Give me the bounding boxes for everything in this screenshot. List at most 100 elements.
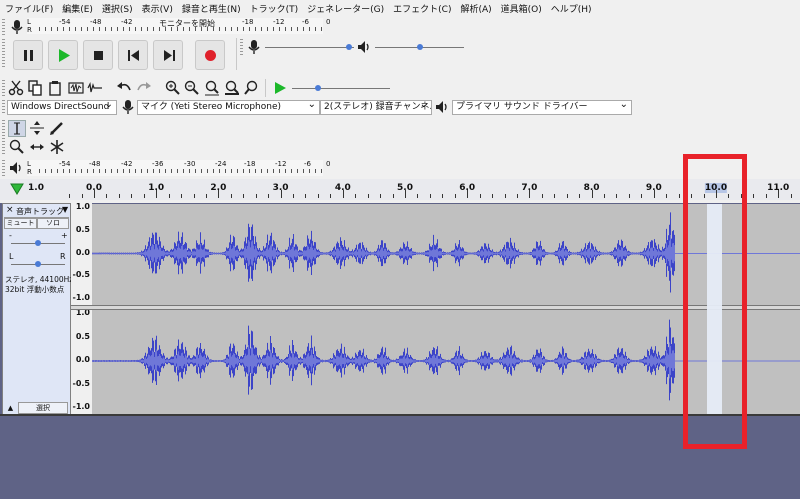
ruler-tick: [280, 190, 282, 198]
play-button[interactable]: [48, 40, 78, 70]
toolbar-grip[interactable]: [2, 39, 5, 69]
play-speed-slider[interactable]: [292, 83, 390, 93]
play-at-speed-icon[interactable]: [272, 80, 288, 96]
menu-item[interactable]: 道具箱(O): [496, 2, 546, 15]
envelope-tool-icon[interactable]: [29, 120, 45, 136]
ruler-tick: [143, 194, 145, 198]
time-shift-tool-icon[interactable]: [29, 139, 45, 155]
timeline-options-icon[interactable]: [10, 183, 24, 195]
pause-button[interactable]: [13, 40, 43, 70]
toolbar-grip[interactable]: [2, 120, 5, 156]
recording-device-select[interactable]: マイク (Yeti Stereo Microphone): [137, 100, 320, 115]
y-axis-label: -1.0: [72, 402, 91, 411]
toolbar-grip[interactable]: [240, 39, 243, 55]
menu-item[interactable]: 解析(A): [455, 2, 495, 15]
record-button[interactable]: [195, 40, 225, 70]
track-bottom-border: [0, 414, 800, 416]
menu-item[interactable]: 編集(E): [57, 2, 97, 15]
stop-button[interactable]: [83, 40, 113, 70]
record-volume-slider[interactable]: [265, 42, 354, 52]
meter-tick-label: -54: [59, 18, 71, 26]
meter-tick-label: -30: [184, 160, 196, 168]
menu-item[interactable]: エフェクト(C): [388, 2, 455, 15]
y-axis-label: -0.5: [72, 270, 91, 280]
toolbar-grip[interactable]: [2, 100, 5, 114]
toolbar-grip[interactable]: [2, 80, 5, 96]
solo-button[interactable]: ソロ: [37, 218, 69, 229]
zoom-out-icon[interactable]: [184, 80, 200, 96]
timeline-label: 1.0: [28, 183, 44, 193]
track-sample-format-info: 32bit 浮動小数点: [5, 285, 65, 294]
ruler-tick: [529, 190, 531, 198]
ruler-tick: [181, 194, 183, 198]
track-name-menu[interactable]: 音声トラック: [16, 206, 64, 217]
menu-item[interactable]: ジェネレーター(G): [302, 2, 388, 15]
toolbar-grip[interactable]: [2, 19, 5, 35]
timeline-ruler[interactable]: 1.0 0.0 1.0 2.0 3.0 4.0 5.0 6.0 7.0 8.0 9.0 10.0 11.…: [0, 179, 800, 200]
meter-tick-label: -12: [275, 160, 287, 168]
undo-icon[interactable]: [116, 80, 132, 96]
playback-meter[interactable]: LR -54 -48 -42 -36 -30 -24 -18 -12 -6 0: [27, 160, 330, 176]
zoom-tool-icon[interactable]: [9, 139, 25, 155]
menu-item[interactable]: 録音と再生(N): [177, 2, 245, 15]
track-control-panel[interactable]: × 音声トラック ▼ ミュート ソロ - + L R ステレオ, 44100Hz…: [2, 203, 74, 415]
multi-tool-icon[interactable]: [49, 139, 65, 155]
audio-host-select[interactable]: Windows DirectSound: [7, 100, 117, 115]
ruler-tick: [579, 194, 581, 198]
track-menu-arrow-icon[interactable]: ▼: [62, 205, 68, 214]
gain-slider[interactable]: [11, 238, 65, 248]
silence-icon[interactable]: [87, 80, 103, 96]
skip-to-start-button[interactable]: [118, 40, 148, 70]
cut-icon[interactable]: [8, 80, 24, 96]
meter-tick-label: -18: [242, 18, 254, 26]
meter-tick-label: 0: [326, 18, 331, 26]
playback-device-select[interactable]: プライマリ サウンド ドライバー: [452, 100, 632, 115]
ruler-tick: [330, 194, 332, 198]
collapse-track-button[interactable]: ▲: [4, 402, 17, 414]
menu-item[interactable]: ヘルプ(H): [546, 2, 596, 15]
track-close-button[interactable]: ×: [6, 205, 14, 215]
copy-icon[interactable]: [27, 80, 43, 96]
ruler-tick: [666, 194, 668, 198]
ruler-tick: [678, 194, 680, 198]
menu-item[interactable]: 表示(V): [137, 2, 177, 15]
ruler-tick: [243, 194, 245, 198]
track-format-info: ステレオ, 44100Hz: [5, 275, 74, 284]
draw-tool-icon[interactable]: [49, 120, 65, 136]
microphone-icon[interactable]: [9, 19, 25, 35]
zoom-toggle-icon[interactable]: [244, 80, 260, 96]
fit-project-icon[interactable]: [224, 80, 240, 96]
record-meter[interactable]: LR -54 -48 -42 モニターを開始 -18 -12 -6 0: [27, 18, 330, 34]
selection-tool-button[interactable]: [8, 120, 26, 137]
y-axis-label: -0.5: [72, 378, 91, 388]
toolbar-grip[interactable]: [2, 160, 5, 176]
recording-channels-select[interactable]: 2(ステレオ) 録音チャンネル: [320, 100, 432, 115]
meter-tick-label: -48: [89, 160, 101, 168]
slider-thumb[interactable]: [35, 240, 41, 246]
fit-selection-icon[interactable]: [204, 80, 220, 96]
ruler-tick: [69, 194, 71, 198]
ruler-tick: [218, 190, 220, 198]
menu-item[interactable]: トラック(T): [245, 2, 303, 15]
slider-thumb[interactable]: [346, 44, 353, 50]
skip-to-end-button[interactable]: [153, 40, 183, 70]
meter-r-label: R: [27, 168, 32, 176]
slider-thumb[interactable]: [35, 261, 41, 267]
record-icon: [205, 50, 216, 61]
menu-item[interactable]: 選択(S): [97, 2, 137, 15]
speaker-icon[interactable]: [8, 160, 24, 176]
pan-slider[interactable]: [11, 259, 65, 269]
menu-item[interactable]: ファイル(F): [0, 2, 57, 15]
slider-thumb[interactable]: [315, 85, 321, 91]
trim-icon[interactable]: [68, 80, 84, 96]
pause-icon: [24, 50, 33, 61]
y-axis-label: 1.0: [75, 202, 90, 211]
slider-thumb[interactable]: [416, 44, 423, 50]
paste-icon[interactable]: [47, 80, 63, 96]
playback-volume-slider[interactable]: [375, 42, 464, 52]
mute-button[interactable]: ミュート: [4, 218, 37, 229]
meter-tick-label: -6: [304, 160, 311, 168]
zoom-in-icon[interactable]: [165, 80, 181, 96]
redo-icon[interactable]: [136, 80, 152, 96]
select-track-button[interactable]: 選択: [18, 402, 68, 414]
